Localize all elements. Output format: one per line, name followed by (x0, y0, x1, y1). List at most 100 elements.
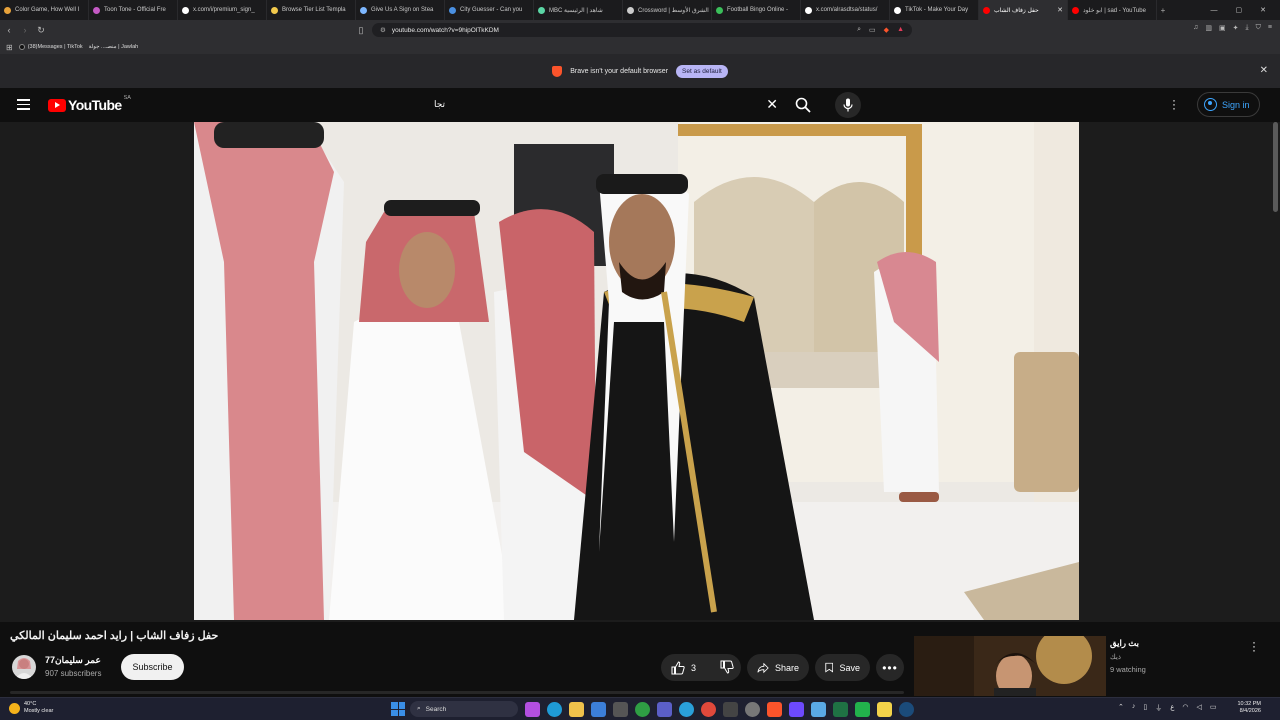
maximize-icon[interactable]: ▢ (1236, 6, 1243, 14)
browser-tab[interactable]: Color Game, How Well I (0, 0, 89, 20)
recommended-title[interactable]: بث رايق (1110, 638, 1139, 649)
zoom-icon[interactable]: ⌕ (857, 26, 861, 34)
browser-tab[interactable]: Give Us A Sign on Stea (356, 0, 445, 20)
back-icon[interactable]: ‹ (2, 25, 16, 35)
more-actions-button[interactable]: ••• (876, 654, 904, 681)
app-icon-10[interactable] (723, 702, 738, 717)
file-explorer-icon[interactable] (569, 702, 584, 717)
volume-icon[interactable]: ◁ (1197, 703, 1202, 713)
media-icon[interactable]: ♫ (1193, 24, 1198, 32)
like-button[interactable]: 3 (671, 660, 696, 675)
video-frame[interactable] (194, 122, 1079, 620)
browser-tab[interactable]: Football Bingo Online - (712, 0, 801, 20)
channel-avatar[interactable] (12, 655, 36, 679)
language-icon[interactable]: ع (1170, 703, 1174, 713)
app-icon-1[interactable] (525, 702, 540, 717)
subscribe-button[interactable]: Subscribe (121, 654, 184, 680)
vpn-icon[interactable]: ⛉ (1256, 24, 1261, 32)
weather-icon (9, 702, 20, 714)
search-button[interactable] (786, 92, 820, 117)
weather-condition: Mostly clear (24, 708, 54, 714)
bookmark-tiktok[interactable]: (38)Messages | TikTok (18, 44, 83, 50)
taskbar-search[interactable]: ⌕ Search (410, 701, 518, 717)
brave-rewards-icon[interactable]: ▲ (897, 26, 904, 34)
close-window-icon[interactable]: ✕ (1260, 6, 1266, 14)
steam-icon[interactable] (899, 702, 914, 717)
cast-icon[interactable]: ▭ (869, 26, 876, 34)
wallet-icon[interactable]: ▣ (1219, 24, 1226, 32)
excel-icon[interactable] (833, 702, 848, 717)
system-clock[interactable]: 10:32 PM 8/4/2026 (1231, 701, 1261, 715)
youtube-logo[interactable]: YouTube SA (48, 95, 131, 113)
channel-name[interactable]: عمر سليمان77 (45, 655, 101, 666)
browser-tab[interactable]: MBC شاهد | الرئيسية (534, 0, 623, 20)
save-button[interactable]: Save (815, 654, 870, 681)
download-icon[interactable]: ⤓ (1246, 24, 1249, 32)
browser-tab[interactable]: x.com/alrasdtsa/status/ (801, 0, 890, 20)
speaker-tray-icon[interactable]: ♪ (1132, 703, 1136, 713)
tab-label: x.com/alrasdtsa/status/ (816, 7, 878, 13)
forward-icon[interactable]: › (18, 25, 32, 35)
app-icon-14[interactable] (811, 702, 826, 717)
brave-icon[interactable] (767, 702, 782, 717)
notes-icon[interactable] (877, 702, 892, 717)
minimize-icon[interactable]: — (1211, 7, 1218, 14)
tab-favicon-icon (538, 6, 545, 14)
voice-search-button[interactable] (835, 92, 861, 118)
browser-tab[interactable]: Crossword | الشرق الأوسط (623, 0, 712, 20)
app-icon-11[interactable] (745, 702, 760, 717)
reload-icon[interactable]: ↻ (34, 25, 48, 36)
usb-icon[interactable]: ⏚ (1155, 703, 1162, 713)
set-default-button[interactable]: Set as default (676, 64, 728, 78)
tab-favicon-icon (894, 6, 901, 14)
browser-tab[interactable]: x.com/i/premium_sign_ (178, 0, 267, 20)
recommended-menu-icon[interactable]: · · · (1252, 636, 1256, 656)
sidebar-icon[interactable]: ▥ (1205, 24, 1212, 32)
telegram-icon[interactable] (679, 702, 694, 717)
browser-tab[interactable]: حفل زفاف الشاب ✕ (979, 0, 1068, 20)
taskbar-apps (525, 702, 914, 717)
bookmark-page-icon[interactable]: ▯ (354, 25, 368, 36)
teams-icon[interactable] (657, 702, 672, 717)
page-scrollbar[interactable] (1273, 122, 1278, 212)
app-icon-5[interactable] (613, 702, 628, 717)
chrome-icon[interactable] (701, 702, 716, 717)
edge-icon[interactable] (547, 702, 562, 717)
save-label: Save (839, 662, 860, 673)
recommended-thumbnail-image (914, 636, 1106, 696)
infobar-close-icon[interactable]: ✕ (1260, 65, 1268, 76)
battery-icon[interactable]: ▯ (1143, 703, 1147, 713)
power-icon[interactable]: ▭ (1210, 703, 1217, 713)
app-icon-4[interactable] (591, 702, 606, 717)
clear-search-icon[interactable]: ✕ (766, 96, 778, 113)
weather-widget[interactable]: 40°C Mostly clear (9, 701, 53, 715)
xbox-icon[interactable] (635, 702, 650, 717)
browser-tab[interactable]: City Guesser - Can you (445, 0, 534, 20)
hamburger-menu-icon[interactable] (17, 99, 30, 113)
browser-tab[interactable]: Toon Tone - Official Fre (89, 0, 178, 20)
recommended-thumbnail[interactable] (914, 636, 1106, 696)
brave-shields-icon[interactable]: ◆ (884, 26, 889, 34)
extensions-icon[interactable]: ✦ (1233, 24, 1239, 32)
menu-icon[interactable]: ≡ (1268, 24, 1272, 32)
share-button[interactable]: Share (747, 654, 809, 681)
video-player[interactable] (0, 122, 1280, 622)
wifi-icon[interactable]: ◠ (1182, 703, 1188, 713)
proton-icon[interactable] (789, 702, 804, 717)
browser-tab[interactable]: TikTok - Make Your Day (890, 0, 979, 20)
search-input[interactable]: تجا ✕ (424, 92, 784, 117)
apps-grid-icon[interactable]: ⊞ (6, 43, 13, 52)
dislike-button[interactable] (720, 660, 734, 676)
tray-chevron-icon[interactable]: ⌃ (1118, 703, 1124, 713)
site-settings-icon[interactable]: ⚙ (380, 26, 386, 34)
browser-tab[interactable]: Browse Tier List Templa (267, 0, 356, 20)
settings-menu-icon[interactable]: · · · (1172, 94, 1176, 114)
close-tab-icon[interactable]: ✕ (1057, 6, 1063, 14)
browser-tab[interactable]: ابو خلود | sad - YouTube (1068, 0, 1157, 20)
address-bar[interactable]: ⚙ youtube.com/watch?v=9hipOlTkKDM ⌕ ▭ ◆ … (372, 23, 912, 37)
bookmark-jawlah[interactable]: منصـ... جولة | Jawlah (89, 44, 139, 50)
sign-in-button[interactable]: Sign in (1197, 92, 1260, 117)
new-tab-icon[interactable]: + (1157, 6, 1169, 15)
app-icon-16[interactable] (855, 702, 870, 717)
start-button[interactable] (391, 702, 405, 716)
